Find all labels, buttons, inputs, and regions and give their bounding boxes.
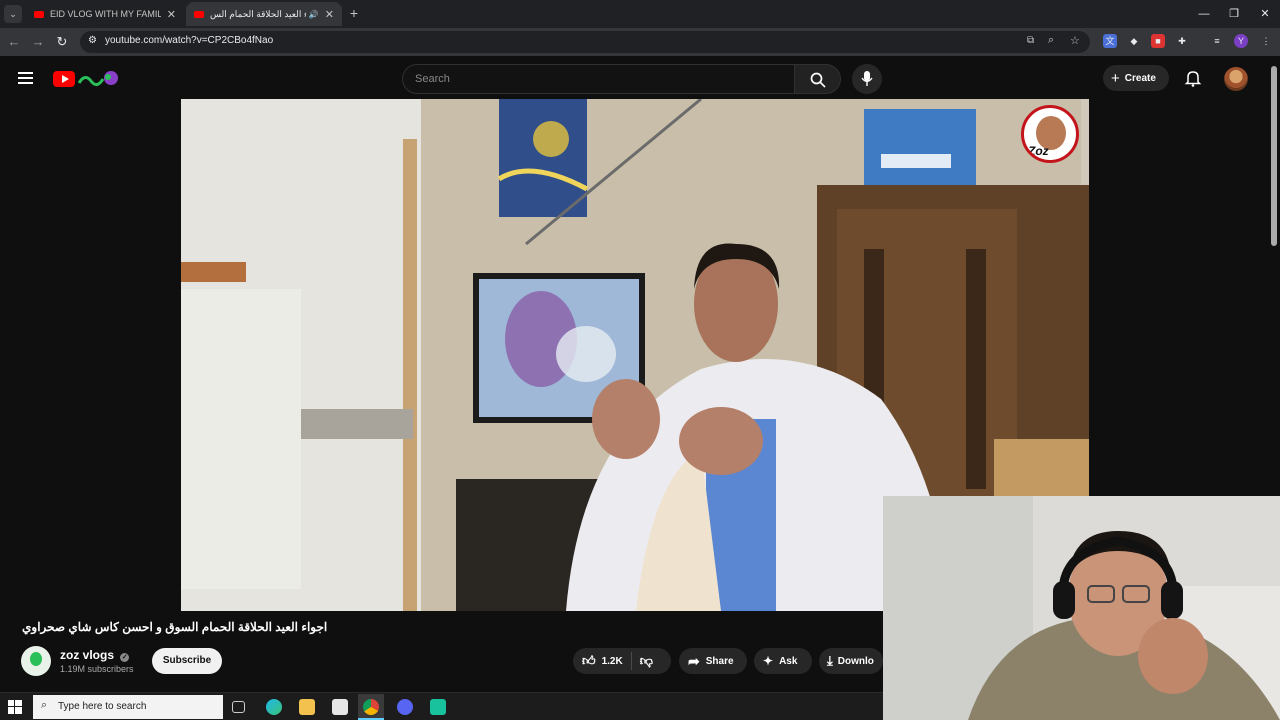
subscribe-label: Subscribe	[162, 655, 212, 666]
chrome-icon	[363, 699, 379, 715]
ask-button[interactable]: ✦ Ask	[754, 648, 812, 674]
file-explorer-icon[interactable]	[299, 699, 315, 715]
share-icon: ➦	[688, 652, 700, 669]
menu-kebab-icon[interactable]: ⋮	[1259, 34, 1273, 48]
close-icon[interactable]: ✕	[167, 8, 176, 21]
tab-title: EID VLOG WITH MY FAMILY I 😊	[50, 8, 161, 19]
browser-tab-strip: ⌄ EID VLOG WITH MY FAMILY I 😊 ✕ اجواء ال…	[0, 0, 1280, 28]
like-count: 1.2K	[601, 655, 623, 667]
chevron-down-icon: ⌄	[9, 9, 17, 19]
back-button[interactable]: ←	[4, 32, 24, 52]
search-button[interactable]	[795, 64, 841, 94]
share-label: Share	[705, 655, 734, 667]
microphone-icon	[861, 71, 873, 86]
menu-icon	[18, 72, 33, 84]
dislike-button[interactable]: 👎︎	[640, 653, 653, 669]
thumbs-up-icon: 👍︎	[582, 653, 596, 668]
channel-avatar[interactable]	[21, 646, 51, 676]
red-extension-icon[interactable]: ■	[1151, 34, 1165, 48]
new-tab-button[interactable]: +	[346, 5, 362, 21]
bell-icon	[1184, 71, 1202, 87]
plus-icon: +	[1111, 69, 1120, 87]
voice-search-button[interactable]	[852, 64, 882, 94]
search-input[interactable]: Search	[415, 73, 450, 85]
browser-tab-1[interactable]: EID VLOG WITH MY FAMILY I 😊 ✕	[26, 2, 184, 26]
hamburger-menu-button[interactable]	[18, 71, 34, 85]
youtube-logo-icon	[53, 71, 118, 87]
channel-avatar-face-icon	[30, 652, 42, 666]
notifications-button[interactable]	[1184, 69, 1202, 87]
store-icon[interactable]	[332, 699, 348, 715]
cast-icon[interactable]: ⧉	[1027, 35, 1034, 46]
close-icon[interactable]: ✕	[325, 8, 334, 21]
diamond-extension-icon[interactable]: ◆	[1127, 34, 1141, 48]
taskbar-search[interactable]: ⌕ Type here to search	[33, 695, 223, 719]
restore-button[interactable]: ❐	[1219, 4, 1249, 24]
watermark-text: Zoz	[1028, 144, 1049, 158]
arrow-right-icon: →	[31, 34, 45, 49]
task-view-icon[interactable]	[232, 701, 245, 713]
channel-name-text[interactable]: zoz vlogs	[60, 648, 114, 662]
like-dislike-group: 👍︎ 1.2K 👎︎	[573, 648, 671, 674]
minimize-button[interactable]: —	[1189, 4, 1219, 24]
thumbs-down-icon: 👎︎	[639, 653, 653, 668]
translate-extension-icon[interactable]: 文	[1103, 34, 1117, 48]
tab-search-button[interactable]: ⌄	[4, 5, 22, 23]
youtube-logo[interactable]	[53, 69, 121, 89]
create-label: Create	[1124, 72, 1156, 84]
verified-icon: ✓	[120, 653, 130, 662]
account-avatar[interactable]	[1224, 67, 1248, 91]
youtube-favicon-icon	[34, 10, 44, 18]
share-button[interactable]: ➦ Share	[679, 648, 747, 674]
site-info-icon[interactable]: ⚙	[88, 35, 97, 46]
create-button[interactable]: + Create	[1103, 65, 1169, 91]
webcam-overlay	[883, 496, 1280, 720]
search-icon	[810, 72, 826, 88]
youtube-header: Search + Create	[0, 56, 1280, 100]
search-icon: ⌕	[41, 699, 48, 711]
green-app-icon[interactable]	[430, 699, 446, 715]
download-button[interactable]: ⤓ Downlo	[819, 648, 883, 674]
webcam-feed	[883, 496, 1280, 720]
url-text[interactable]: youtube.com/watch?v=CP2CBo4fNao	[105, 35, 273, 46]
download-icon: ⤓	[827, 653, 833, 668]
windows-taskbar: ⌕ Type here to search	[0, 692, 883, 720]
browser-tab-2[interactable]: اجواء العيد الحلاقة الحمام الس... 🔊 ✕	[186, 2, 342, 26]
search-bar[interactable]: Search	[402, 64, 795, 94]
reload-icon: ↻	[56, 34, 68, 49]
subscribe-button[interactable]: Subscribe	[152, 648, 222, 674]
reading-list-icon[interactable]: ≡	[1210, 34, 1224, 48]
plus-icon: +	[349, 5, 359, 21]
forward-button[interactable]: →	[28, 32, 48, 52]
address-bar[interactable]: ⚙ youtube.com/watch?v=CP2CBo4fNao ⧉ ⌕ ☆	[80, 31, 1090, 53]
windows-logo-icon	[8, 700, 22, 714]
subscriber-count: 1.19M subscribers	[60, 664, 134, 674]
arrow-left-icon: ←	[7, 34, 21, 49]
speaker-icon[interactable]: 🔊	[309, 10, 319, 19]
puzzle-extensions-icon[interactable]: ✚	[1175, 34, 1189, 48]
taskbar-search-input[interactable]: Type here to search	[58, 701, 146, 712]
chrome-taskbar-button[interactable]	[358, 694, 384, 720]
profile-avatar-icon[interactable]: Y	[1234, 34, 1248, 48]
page-scrollbar[interactable]	[1271, 66, 1277, 246]
ask-label: Ask	[779, 655, 798, 667]
download-label: Downlo	[837, 655, 874, 667]
reload-button[interactable]: ↻	[52, 32, 72, 52]
channel-name[interactable]: zoz vlogs ✓	[60, 648, 130, 662]
start-button[interactable]	[8, 700, 22, 714]
like-button[interactable]: 👍︎ 1.2K	[582, 653, 623, 669]
like-divider	[630, 652, 632, 670]
video-title: اجواء العيد الحلاقة الحمام السوق و احسن …	[22, 620, 328, 634]
channel-watermark[interactable]: Zoz	[1021, 105, 1079, 163]
edge-browser-icon[interactable]	[266, 699, 282, 715]
sparkle-icon: ✦	[763, 654, 774, 668]
bookmark-star-icon[interactable]: ☆	[1070, 34, 1080, 47]
tab-title: اجواء العيد الحلاقة الحمام الس...	[210, 8, 306, 19]
browser-toolbar: ← → ↻ ⚙ youtube.com/watch?v=CP2CBo4fNao …	[0, 28, 1280, 56]
youtube-favicon-icon	[194, 10, 204, 18]
discord-icon[interactable]	[397, 699, 413, 715]
zoom-icon[interactable]: ⌕	[1048, 34, 1054, 47]
close-window-button[interactable]: ✕	[1250, 4, 1280, 24]
